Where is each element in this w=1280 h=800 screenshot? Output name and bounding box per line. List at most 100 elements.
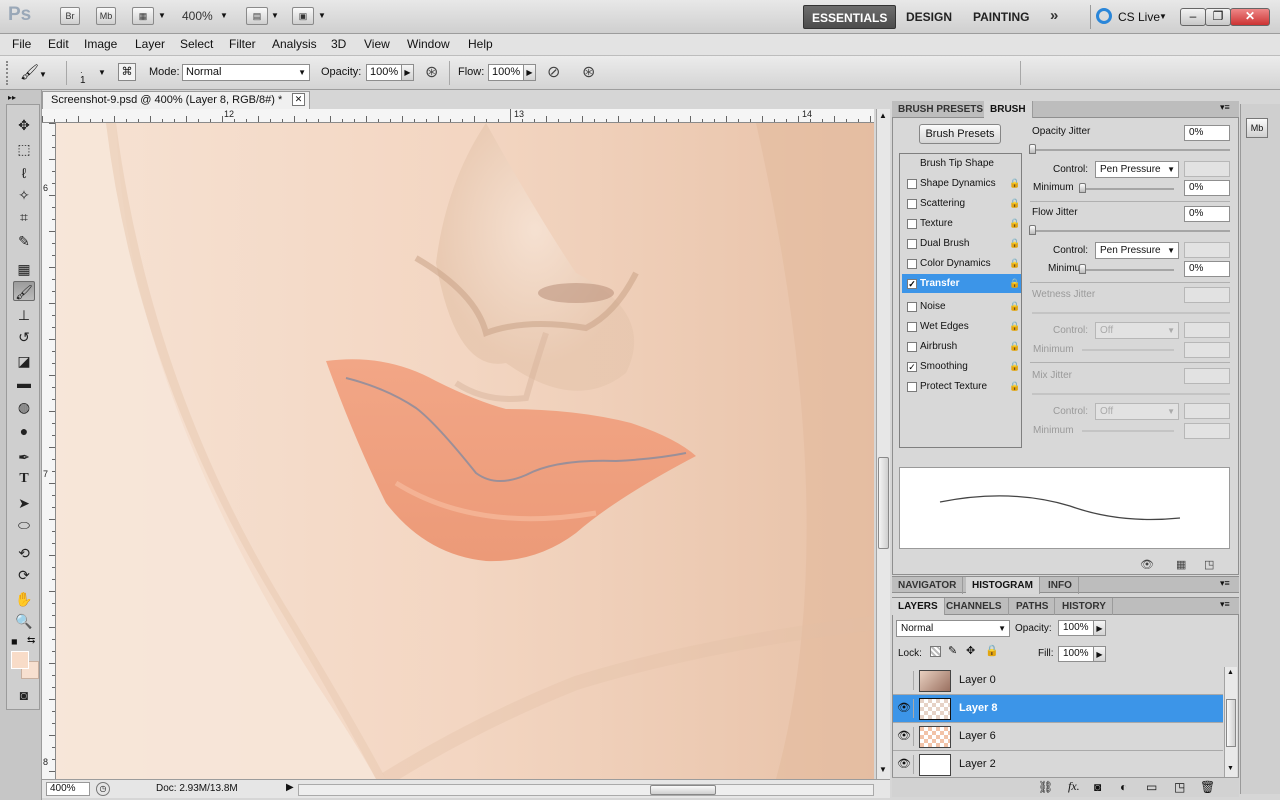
brush-setting-airbrush[interactable]: Airbrush 🔒 xyxy=(902,337,1021,356)
pressure-opacity-icon[interactable]: ⊛ xyxy=(425,62,438,82)
opacity-jitter-knob[interactable] xyxy=(1029,144,1036,154)
marquee-tool-icon[interactable]: ⬚ xyxy=(13,139,35,159)
panel-menu-icon[interactable]: ▾≡ xyxy=(1220,578,1230,589)
path-selection-tool-icon[interactable]: ➤ xyxy=(13,493,35,513)
menu-file[interactable]: File xyxy=(12,37,31,51)
brush-tip-shape-item[interactable]: Brush Tip Shape xyxy=(902,154,1021,173)
brush-size[interactable]: 1 xyxy=(80,75,86,86)
scroll-up-icon[interactable]: ▲ xyxy=(1227,669,1234,676)
opacity-input[interactable]: 100% xyxy=(366,64,402,81)
arrange-documents-button[interactable]: ▤ xyxy=(246,7,268,25)
opacity-jitter-slider[interactable] xyxy=(1032,149,1230,151)
layer-name[interactable]: Layer 2 xyxy=(959,758,996,770)
workspace-essentials[interactable]: ESSENTIALS xyxy=(803,5,897,29)
screen-mode-button[interactable]: ▣ xyxy=(292,7,314,25)
close-document-icon[interactable]: ✕ xyxy=(292,93,305,106)
checkbox-icon[interactable] xyxy=(907,342,917,352)
clone-stamp-tool-icon[interactable]: ⊥ xyxy=(13,305,35,325)
menu-3d[interactable]: 3D xyxy=(331,37,346,51)
tab-channels[interactable]: CHANNELS xyxy=(940,598,1009,615)
menu-window[interactable]: Window xyxy=(407,37,450,51)
flow-minimum-slider[interactable] xyxy=(1082,269,1174,271)
flow-jitter-slider[interactable] xyxy=(1032,230,1230,232)
brush-setting-transfer[interactable]: ✓ Transfer 🔒 xyxy=(902,274,1021,293)
toggle-live-tip-icon[interactable]: 👁 xyxy=(1140,558,1154,571)
flow-slider-button[interactable]: ▶ xyxy=(523,64,536,81)
checkbox-icon[interactable] xyxy=(907,302,917,312)
menu-layer[interactable]: Layer xyxy=(135,37,165,51)
brush-panel-toggle-icon[interactable]: ⌘ xyxy=(118,63,136,81)
lock-icon[interactable]: 🔒 xyxy=(1009,258,1020,269)
grip-handle[interactable] xyxy=(6,61,10,85)
ellipse-tool-icon[interactable]: ⬭ xyxy=(13,515,35,535)
scroll-down-icon[interactable]: ▼ xyxy=(1227,765,1234,772)
chevron-down-icon[interactable]: ▼ xyxy=(1159,12,1167,21)
tab-info[interactable]: INFO xyxy=(1042,577,1079,594)
opacity-minimum-knob[interactable] xyxy=(1079,183,1086,193)
menu-select[interactable]: Select xyxy=(180,37,213,51)
layer-row[interactable]: 👁 Layer 8 xyxy=(893,695,1223,723)
default-colors-icon[interactable]: ◼ xyxy=(11,637,18,646)
lock-icon[interactable]: 🔒 xyxy=(1009,278,1020,289)
lock-all-icon[interactable]: 🔒 xyxy=(985,644,999,657)
lock-icon[interactable]: 🔒 xyxy=(1009,361,1020,372)
checkbox-icon[interactable] xyxy=(907,239,917,249)
lock-icon[interactable]: 🔒 xyxy=(1009,198,1020,209)
pressure-size-icon[interactable]: ⊛ xyxy=(582,62,595,82)
panel-menu-icon[interactable]: ▾≡ xyxy=(1220,102,1230,113)
brush-presets-button[interactable]: Brush Presets xyxy=(919,124,1001,144)
layer-row[interactable]: Layer 0 xyxy=(893,667,1223,695)
zoom-level[interactable]: 400% xyxy=(182,9,213,23)
lock-pixels-icon[interactable]: ✎ xyxy=(948,644,957,657)
close-button[interactable]: ✕ xyxy=(1230,8,1270,26)
type-tool-icon[interactable]: T xyxy=(13,469,35,489)
layer-fill-input[interactable]: 100% xyxy=(1058,646,1094,662)
chevron-down-icon[interactable]: ▼ xyxy=(98,68,106,77)
brush-setting-shape-dynamics[interactable]: Shape Dynamics 🔒 xyxy=(902,174,1021,193)
lasso-tool-icon[interactable]: ℓ xyxy=(13,163,35,183)
airbrush-icon[interactable]: ⊘ xyxy=(547,62,560,82)
tab-brush[interactable]: BRUSH xyxy=(984,101,1033,118)
layer-row[interactable]: 👁 Layer 2 xyxy=(893,751,1223,779)
new-group-icon[interactable]: ▭ xyxy=(1146,780,1157,794)
status-zoom[interactable]: 400% xyxy=(46,782,90,796)
lock-icon[interactable]: 🔒 xyxy=(1009,381,1020,392)
brush-tool-preset-icon[interactable]: 🖌▼ xyxy=(20,63,56,83)
checkbox-icon[interactable] xyxy=(907,322,917,332)
brush-setting-smoothing[interactable]: ✓ Smoothing 🔒 xyxy=(902,357,1021,376)
checkbox-icon[interactable] xyxy=(907,219,917,229)
lock-icon[interactable]: 🔒 xyxy=(1009,218,1020,229)
restore-button[interactable]: ❐ xyxy=(1205,8,1231,26)
blur-tool-icon[interactable]: ◍ xyxy=(13,397,35,417)
menu-view[interactable]: View xyxy=(364,37,390,51)
cs-live-icon[interactable] xyxy=(1096,8,1112,24)
flow-minimum-input[interactable]: 0% xyxy=(1184,261,1230,277)
chevron-down-icon[interactable]: ▼ xyxy=(271,11,279,20)
layer-name[interactable]: Layer 0 xyxy=(959,674,996,686)
layer-fill-slider-button[interactable]: ▶ xyxy=(1093,646,1106,662)
view-extras-button[interactable]: ▦ xyxy=(132,7,154,25)
move-tool-icon[interactable]: ✥ xyxy=(13,115,35,135)
checkbox-icon[interactable] xyxy=(907,259,917,269)
workspace-design[interactable]: DESIGN xyxy=(898,5,960,29)
layer-visibility-icon[interactable]: 👁 xyxy=(895,755,914,774)
mini-bridge-panel-icon[interactable]: Mb xyxy=(1246,118,1268,138)
panel-menu-icon[interactable]: ▾≡ xyxy=(1220,599,1230,610)
menu-edit[interactable]: Edit xyxy=(48,37,69,51)
dodge-tool-icon[interactable]: ● xyxy=(13,421,35,441)
crop-tool-icon[interactable]: ⌗ xyxy=(13,207,35,227)
layer-name[interactable]: Layer 8 xyxy=(959,702,998,714)
document-tab[interactable]: Screenshot-9.psd @ 400% (Layer 8, RGB/8#… xyxy=(42,91,310,109)
collapse-arrows-icon[interactable]: ▸▸ xyxy=(8,93,16,102)
flow-input[interactable]: 100% xyxy=(488,64,524,81)
gradient-tool-icon[interactable]: ▬ xyxy=(13,373,35,393)
bridge-button[interactable]: Br xyxy=(60,7,80,25)
layers-scroll-thumb[interactable] xyxy=(1226,699,1236,747)
chevron-down-icon[interactable]: ▼ xyxy=(158,11,166,20)
status-info-icon[interactable]: ◷ xyxy=(96,782,110,796)
opacity-jitter-input[interactable]: 0% xyxy=(1184,125,1230,141)
layer-name[interactable]: Layer 6 xyxy=(959,730,996,742)
status-menu-arrow-icon[interactable]: ▶ xyxy=(286,782,294,793)
lock-transparency-icon[interactable] xyxy=(930,646,941,657)
layer-style-icon[interactable]: fx. xyxy=(1068,779,1080,794)
